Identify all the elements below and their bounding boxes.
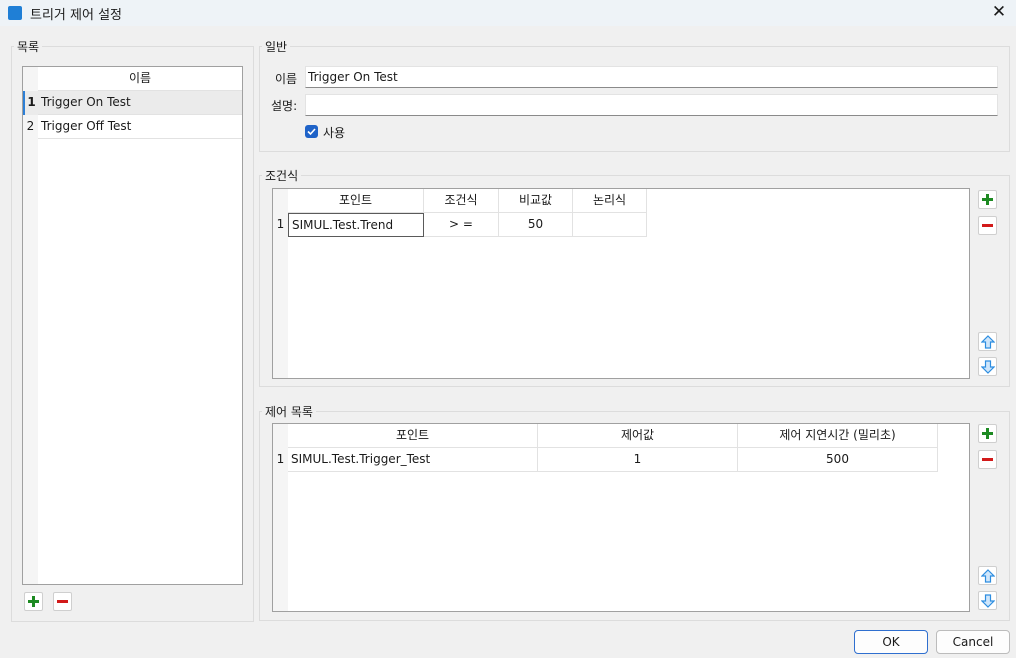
row-number[interactable]: 1 [273,213,288,237]
move-control-up-button[interactable] [978,566,997,585]
name-input[interactable]: Trigger On Test [305,66,998,88]
arrow-up-icon [981,335,995,349]
condition-value-cell[interactable]: 50 [499,213,573,237]
general-group: 일반 이름 Trigger On Test 설명: 사용 [259,38,1010,152]
column-header-operator[interactable]: 조건식 [424,189,499,213]
column-header-control-value[interactable]: 제어값 [538,424,738,448]
condition-group: 조건식 포인트 조건식 비교값 논리식 1 SIMUL.Test.Trend >… [259,167,1010,387]
column-header-logic[interactable]: 논리식 [573,189,647,213]
control-grid[interactable]: 포인트 제어값 제어 지연시간 (밀리초) 1 SIMUL.Test.Trigg… [272,423,970,612]
description-label: 설명: [271,99,298,113]
arrow-down-icon [981,360,995,374]
row-number[interactable]: 1 [23,91,38,115]
list-group: 목록 이름 1 Trigger On Test 2 Trigger Off Te… [11,38,254,622]
move-condition-up-button[interactable] [978,332,997,351]
control-group: 제어 목록 포인트 제어값 제어 지연시간 (밀리초) 1 SIMUL.Test… [259,403,1010,621]
add-control-button[interactable] [978,424,997,443]
control-delay-cell[interactable]: 500 [738,448,938,472]
column-header-point[interactable]: 포인트 [288,189,424,213]
close-icon[interactable]: ✕ [988,1,1010,23]
control-point-cell[interactable]: SIMUL.Test.Trigger_Test [288,448,538,472]
arrow-down-icon [981,594,995,608]
cancel-button[interactable]: Cancel [936,630,1010,654]
control-value-cell[interactable]: 1 [538,448,738,472]
title-bar: 트리거 제어 설정 ✕ [0,0,1016,26]
list-item[interactable]: Trigger On Test [38,91,242,115]
list-group-label: 목록 [14,38,43,55]
check-icon [307,128,316,136]
condition-grid[interactable]: 포인트 조건식 비교값 논리식 1 SIMUL.Test.Trend > = 5… [272,188,970,379]
description-input[interactable] [305,94,998,116]
add-condition-button[interactable] [978,190,997,209]
window-title: 트리거 제어 설정 [30,8,122,23]
condition-operator-cell[interactable]: > = [424,213,499,237]
move-condition-down-button[interactable] [978,357,997,376]
condition-logic-cell[interactable] [573,213,647,237]
condition-group-label: 조건식 [262,167,302,184]
row-header-column [23,67,38,584]
control-group-label: 제어 목록 [262,403,316,420]
move-control-down-button[interactable] [978,591,997,610]
column-header-name[interactable]: 이름 [38,67,242,91]
column-header-compare-value[interactable]: 비교값 [499,189,573,213]
enabled-label[interactable]: 사용 [323,124,345,141]
remove-trigger-button[interactable] [53,592,72,611]
remove-control-button[interactable] [978,450,997,469]
remove-condition-button[interactable] [978,216,997,235]
enabled-checkbox[interactable] [305,125,318,138]
trigger-list-grid[interactable]: 이름 1 Trigger On Test 2 Trigger Off Test [22,66,243,585]
name-label: 이름 [275,72,298,86]
arrow-up-icon [981,569,995,583]
general-group-label: 일반 [262,38,291,55]
add-trigger-button[interactable] [24,592,43,611]
row-number[interactable]: 2 [23,115,38,139]
app-icon [8,6,22,20]
column-header-control-delay[interactable]: 제어 지연시간 (밀리초) [738,424,938,448]
column-header-point[interactable]: 포인트 [288,424,538,448]
condition-point-cell[interactable]: SIMUL.Test.Trend [288,213,424,237]
ok-button[interactable]: OK [854,630,928,654]
list-item[interactable]: Trigger Off Test [38,115,242,139]
row-number[interactable]: 1 [273,448,288,472]
